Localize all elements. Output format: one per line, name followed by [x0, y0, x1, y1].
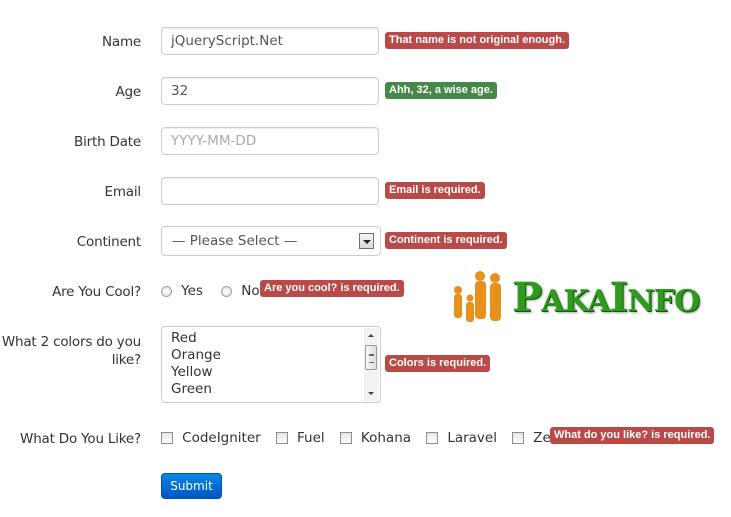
age-success-badge: Ahh, 32, a wise age.	[385, 82, 497, 99]
continent-selected-value: — Please Select —	[172, 233, 298, 249]
name-input[interactable]	[161, 27, 379, 55]
likes-option-codeigniter-label: CodeIgniter	[182, 430, 261, 446]
likes-option-laravel-label: Laravel	[447, 430, 497, 446]
colors-label: What 2 colors do you like?	[1, 334, 141, 368]
scroll-down-arrow-icon[interactable]	[368, 392, 374, 395]
continent-error-badge: Continent is required.	[385, 232, 507, 249]
likes-label: What Do You Like?	[20, 431, 141, 447]
email-input[interactable]	[161, 177, 379, 205]
chevron-down-icon[interactable]	[359, 233, 374, 249]
birth-date-input[interactable]	[161, 127, 379, 155]
colors-option-orange[interactable]: Orange	[162, 347, 221, 364]
logo-text: PAKAINFO	[512, 274, 700, 321]
cool-label: Are You Cool?	[52, 284, 141, 300]
likes-checkbox-fuel[interactable]	[275, 432, 288, 444]
likes-checkbox-zend[interactable]	[512, 432, 525, 444]
colors-listbox[interactable]: Red Orange Yellow Green	[161, 326, 381, 403]
pakainfo-logo: PAKAINFO	[448, 268, 708, 332]
scroll-thumb[interactable]	[365, 345, 377, 370]
age-input[interactable]	[161, 77, 379, 105]
likes-checkbox-codeigniter[interactable]	[161, 432, 173, 444]
birth-date-label: Birth Date	[74, 134, 141, 150]
scroll-up-arrow-icon[interactable]	[368, 334, 374, 337]
email-label: Email	[104, 184, 142, 200]
colors-option-green[interactable]: Green	[162, 381, 221, 398]
colors-option-red[interactable]: Red	[162, 330, 221, 347]
likes-option-kohana-label: Kohana	[360, 430, 412, 446]
submit-button[interactable]: Submit	[161, 473, 222, 499]
age-label: Age	[115, 84, 141, 100]
cool-radio-yes[interactable]	[161, 285, 172, 297]
colors-scrollbar[interactable]	[364, 328, 379, 401]
continent-label: Continent	[76, 234, 141, 250]
family-silhouette-icon	[454, 271, 501, 322]
colors-error-badge: Colors is required.	[385, 355, 491, 372]
cool-radio-no[interactable]	[221, 285, 233, 297]
name-label: Name	[101, 34, 141, 50]
cool-radio-group: Yes No	[161, 283, 260, 299]
colors-option-yellow[interactable]: Yellow	[162, 364, 221, 381]
email-error-badge: Email is required.	[385, 182, 485, 199]
likes-checkbox-kohana[interactable]	[339, 432, 352, 444]
likes-error-badge: What do you like? is required.	[550, 427, 715, 444]
cool-option-yes-label: Yes	[181, 283, 203, 299]
name-error-badge: That name is not original enough.	[385, 32, 570, 49]
cool-option-no-label: No	[241, 283, 260, 299]
likes-checkbox-laravel[interactable]	[426, 432, 439, 444]
cool-error-badge: Are you cool? is required.	[260, 280, 404, 297]
likes-checkbox-group: CodeIgniter Fuel Kohana Laravel Zend	[161, 430, 568, 446]
continent-select[interactable]: — Please Select —	[161, 226, 381, 256]
likes-option-fuel-label: Fuel	[297, 430, 325, 446]
